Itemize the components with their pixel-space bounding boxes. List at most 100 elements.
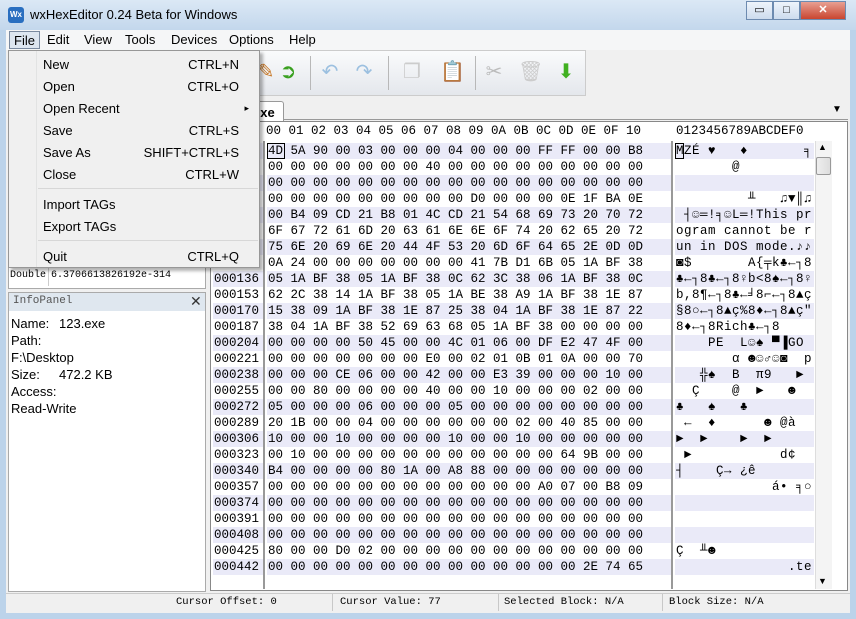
vertical-scrollbar[interactable] — [815, 141, 832, 589]
hex-row[interactable]: 00 00 00 00 00 00 00 40 00 00 00 00 00 0… — [267, 159, 671, 175]
menu-item-import-tags[interactable]: Import TAGs — [9, 195, 259, 215]
ascii-row[interactable]: 8♦←┐8Rich♣←┐8 — [675, 319, 814, 335]
redo-icon[interactable]: ↷ — [352, 60, 376, 84]
ascii-row[interactable] — [675, 175, 814, 191]
hex-cursor — [267, 143, 285, 159]
hex-row[interactable]: 0A 24 00 00 00 00 00 00 00 41 7B D1 6B 0… — [267, 255, 671, 271]
hex-row[interactable]: 00 00 00 00 00 00 00 00 00 00 00 00 00 0… — [267, 175, 671, 191]
offset-cell: 000170 — [213, 303, 263, 319]
ascii-row[interactable]: ► d¢ — [675, 447, 814, 463]
menu-item-close[interactable]: Close CTRL+W — [9, 165, 259, 185]
scroll-up-icon[interactable]: ▲ — [818, 142, 827, 152]
menu-options[interactable]: Options — [225, 31, 278, 49]
menu-item-new[interactable]: New CTRL+N — [9, 55, 259, 75]
menu-help[interactable]: Help — [285, 31, 320, 49]
ascii-row[interactable]: Ç @ ► ☻ — [675, 383, 814, 399]
info-access: Read-Write — [11, 401, 77, 416]
ascii-row[interactable]: ♣ ♠ ♣ — [675, 399, 814, 415]
ascii-area[interactable]: MZÉ ♥ ♦ ╕ @ ╨ ♫▼║♫ ┤☺═!╕☺L═!This pr ogram… — [675, 141, 814, 589]
copy-icon[interactable]: ❐ — [400, 60, 424, 84]
ascii-row[interactable]: ogram cannot be r — [675, 223, 814, 239]
menu-file[interactable]: File — [9, 31, 40, 49]
ascii-row[interactable]: un in DOS mode.♪♪ — [675, 239, 814, 255]
paste-icon[interactable]: 📋 — [440, 60, 465, 84]
cut-icon[interactable]: ✂ — [482, 60, 506, 84]
hex-row[interactable]: 00 00 00 00 00 00 00 E0 00 02 01 0B 01 0… — [267, 351, 671, 367]
hex-row[interactable]: B4 00 00 00 00 80 1A 00 A8 88 00 00 00 0… — [267, 463, 671, 479]
ascii-row[interactable]: α ☻☺♂☺◙ p — [675, 351, 814, 367]
hex-row[interactable]: 00 00 80 00 00 00 00 40 00 00 10 00 00 0… — [267, 383, 671, 399]
menu-item-shortcut: SHIFT+CTRL+S — [143, 145, 239, 160]
hex-row[interactable]: 00 00 00 00 00 00 00 00 00 00 00 00 00 0… — [267, 511, 671, 527]
offset-cell: 000408 — [213, 527, 263, 543]
menu-item-save[interactable]: Save CTRL+S — [9, 121, 259, 141]
menu-separator — [38, 188, 258, 189]
hex-row[interactable]: 00 00 00 00 50 45 00 00 4C 01 06 00 DF E… — [267, 335, 671, 351]
offset-cell: 000187 — [214, 320, 260, 334]
hex-area[interactable]: 4D 5A 90 00 03 00 00 00 04 00 00 00 FF F… — [267, 141, 673, 589]
ascii-row[interactable]: b,8¶←┐8♣←╛8⌐←┐8▲ç — [675, 287, 814, 303]
hex-row[interactable]: 6F 67 72 61 6D 20 63 61 6E 6E 6F 74 20 6… — [267, 223, 671, 239]
ascii-row[interactable]: Ç ╨☻ — [675, 543, 814, 559]
hex-row[interactable]: 00 00 00 00 00 00 00 00 00 D0 00 00 00 0… — [267, 191, 671, 207]
menu-item-save-as[interactable]: Save As SHIFT+CTRL+S — [9, 143, 259, 163]
menu-devices[interactable]: Devices — [167, 31, 221, 49]
close-button[interactable]: ✕ — [800, 1, 846, 20]
minimize-button[interactable]: ▭ — [746, 1, 773, 20]
hex-row[interactable]: 00 00 00 00 00 00 00 00 00 00 00 00 A0 0… — [267, 479, 671, 495]
hex-row[interactable]: 62 2C 38 14 1A BF 38 05 1A BE 38 A9 1A B… — [267, 287, 671, 303]
menu-item-label: Save As — [43, 145, 91, 160]
insert-icon[interactable]: ⬇ — [554, 60, 578, 84]
ascii-row[interactable]: ◙$ A{╤k♣←┐8 — [675, 255, 814, 271]
hex-row[interactable]: 00 00 00 00 00 00 00 00 00 00 00 00 00 0… — [267, 559, 671, 575]
ascii-row[interactable]: .te — [675, 559, 814, 575]
go-forward-icon[interactable]: ➲ — [276, 60, 300, 84]
hex-row[interactable]: 15 38 09 1A BF 38 1E 87 25 38 04 1A BF 3… — [267, 303, 671, 319]
hex-row[interactable]: 75 6E 20 69 6E 20 44 4F 53 20 6D 6F 64 6… — [267, 239, 671, 255]
menu-edit[interactable]: Edit — [43, 31, 73, 49]
ascii-row[interactable]: ┤ Ç→ ¿ê — [675, 463, 814, 479]
hex-row[interactable]: 05 00 00 00 06 00 00 00 05 00 00 00 00 0… — [267, 399, 671, 415]
hex-row[interactable]: 00 00 00 00 00 00 00 00 00 00 00 00 00 0… — [267, 527, 671, 543]
hex-row[interactable]: 20 1B 00 00 04 00 00 00 00 00 00 02 00 4… — [267, 415, 671, 431]
hex-row[interactable]: 10 00 00 10 00 00 00 00 10 00 00 10 00 0… — [267, 431, 671, 447]
ascii-row[interactable]: ╬♠ B π9 ► — [675, 367, 814, 383]
hex-row[interactable]: 05 1A BF 38 05 1A BF 38 0C 62 3C 38 06 1… — [267, 271, 671, 287]
ascii-row[interactable]: ┤☺═!╕☺L═!This pr — [675, 207, 814, 223]
delete-icon[interactable]: 🗑 — [518, 60, 543, 84]
hex-row[interactable]: 00 B4 09 CD 21 B8 01 4C CD 21 54 68 69 7… — [267, 207, 671, 223]
ascii-row[interactable]: ♣←┐8♣←┐8♀b<8♠←┐8♀ — [675, 271, 814, 287]
ascii-row[interactable]: ← ♦ ☻ @à — [675, 415, 814, 431]
ascii-row[interactable] — [675, 527, 814, 543]
ascii-row[interactable] — [675, 495, 814, 511]
scroll-down-icon[interactable]: ▼ — [818, 576, 827, 586]
ascii-row[interactable]: ╨ ♫▼║♫ — [675, 191, 814, 207]
hex-row[interactable]: 38 04 1A BF 38 52 69 63 68 05 1A BF 38 0… — [267, 319, 671, 335]
menu-item-quit[interactable]: Quit CTRL+Q — [9, 247, 259, 267]
menu-tools[interactable]: Tools — [121, 31, 159, 49]
menu-item-shortcut: CTRL+W — [185, 167, 239, 182]
ascii-row[interactable]: ► ► ► ► — [675, 431, 814, 447]
scrollbar-thumb[interactable] — [816, 157, 831, 175]
menu-item-open-recent[interactable]: Open Recent ▸ — [9, 99, 259, 119]
hex-row[interactable]: 00 00 00 00 00 00 00 00 00 00 00 00 00 0… — [267, 495, 671, 511]
tab-list-dropdown-icon[interactable]: ▼ — [832, 104, 842, 115]
ascii-row[interactable]: PE L☺♠ ▀▐GO — [675, 335, 814, 351]
ascii-row[interactable] — [675, 511, 814, 527]
ascii-row[interactable]: @ — [675, 159, 814, 175]
menu-item-export-tags[interactable]: Export TAGs — [9, 217, 259, 237]
ascii-row[interactable]: á• ╕○ — [675, 479, 814, 495]
menu-view[interactable]: View — [80, 31, 116, 49]
maximize-button[interactable]: □ — [773, 1, 800, 20]
ascii-row[interactable]: MZÉ ♥ ♦ ╕ — [675, 143, 814, 159]
menu-item-label: Close — [43, 167, 77, 182]
ascii-row[interactable]: §8○←┐8▲ç%8♦←┐8▲ç" — [675, 303, 814, 319]
hex-row[interactable]: 00 00 00 CE 06 00 00 42 00 00 E3 39 00 0… — [267, 367, 671, 383]
menu-item-label: Export TAGs — [43, 219, 117, 234]
hex-row[interactable]: 4D 5A 90 00 03 00 00 00 04 00 00 00 FF F… — [267, 143, 671, 159]
undo-icon[interactable]: ↶ — [318, 60, 342, 84]
menu-item-open[interactable]: Open CTRL+O — [9, 77, 259, 97]
close-icon[interactable]: ✕ — [190, 293, 202, 310]
hex-row[interactable]: 00 10 00 00 00 00 00 00 00 00 00 00 00 6… — [267, 447, 671, 463]
hex-row[interactable]: 80 00 00 D0 02 00 00 00 00 00 00 00 00 0… — [267, 543, 671, 559]
